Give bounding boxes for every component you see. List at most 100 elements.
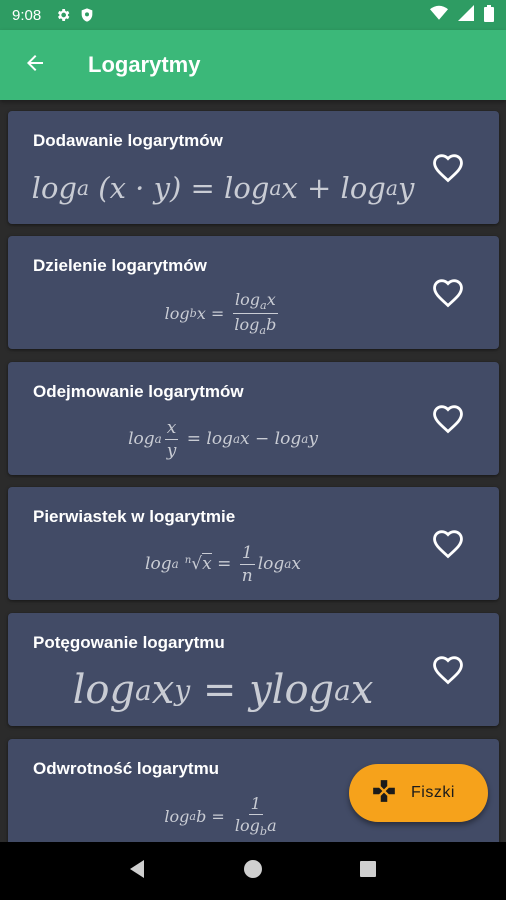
battery-icon [484, 4, 494, 26]
formula-sub: a [260, 298, 267, 312]
formula: log a n√x = 1 n log a x [28, 533, 418, 595]
gamepad-icon [371, 778, 397, 809]
formula-sub: a [269, 176, 282, 200]
back-arrow-icon [23, 51, 47, 80]
favorite-button[interactable] [426, 398, 470, 442]
root-symbol: √ [191, 554, 203, 574]
formula-sub: a [334, 673, 351, 707]
formula: log a x y = log a x − log a y [28, 408, 418, 470]
formula-part: x + log [281, 171, 386, 205]
favorite-button[interactable] [426, 147, 470, 191]
heart-outline-icon [431, 276, 465, 313]
fraction: logax logab [232, 289, 278, 336]
formula-part: 1 [248, 794, 263, 816]
formula-part: x [350, 667, 374, 713]
formula-part: log [235, 289, 261, 309]
formula: log a (x · y) = log a x + log a y [28, 157, 418, 219]
nav-recents-icon [359, 860, 377, 883]
formula-sub: a [171, 557, 179, 571]
formula-part: = [205, 303, 230, 323]
fraction: 1 logba [233, 794, 279, 838]
formula-part: log [31, 171, 77, 205]
formula-sub: a [232, 432, 241, 446]
card-title: Odwrotność logarytmu [33, 759, 220, 778]
formula-sup: y [174, 673, 191, 707]
formula-part: log [145, 554, 172, 574]
formula-part: log [72, 667, 136, 713]
wifi-icon [430, 5, 448, 25]
formula-part: y [166, 440, 177, 461]
formula-part: x − log [240, 429, 302, 449]
fraction: 1 n [239, 542, 255, 586]
formula-part: n [241, 565, 253, 586]
formula-card-power[interactable]: Potęgowanie logarytmu log a x y = ylog a x [8, 613, 499, 726]
formula-part: = [211, 554, 237, 574]
formula-part: (x · y) = log [89, 171, 270, 205]
nav-recents-button[interactable] [348, 851, 388, 891]
heart-outline-icon [431, 402, 465, 439]
formula-card-subtraction[interactable]: Odejmowanie logarytmów log a x y = log a x … [8, 362, 499, 475]
formula-sub: b [259, 824, 268, 838]
formula: log b x = logax logab [28, 282, 418, 344]
favorite-button[interactable] [426, 523, 470, 567]
formula-card-addition[interactable]: Dodawanie logarytmów log a (x · y) = log a… [8, 111, 499, 224]
formula-part: = log [181, 429, 233, 449]
formula-part: x [266, 289, 276, 309]
heart-outline-icon [431, 527, 465, 564]
formula-part: x [196, 303, 206, 323]
formula-sub: a [135, 673, 152, 707]
page-title: Logarytmy [88, 52, 201, 77]
formula-part: x [151, 667, 175, 713]
formula-part: log [234, 816, 260, 836]
card-title: Odejmowanie logarytmów [33, 382, 244, 401]
nav-back-button[interactable] [118, 851, 158, 891]
formula-part: log [257, 554, 285, 574]
formula-part: y [308, 429, 318, 449]
formula-part: log [164, 303, 190, 323]
formula-part: log [234, 314, 260, 334]
nav-home-button[interactable] [233, 851, 273, 891]
nav-home-icon [243, 859, 263, 884]
nav-back-icon [128, 859, 148, 884]
formula-sub: a [154, 432, 162, 446]
fraction: x y [164, 417, 179, 461]
formula-sub: b [189, 306, 197, 320]
formula-part: log [164, 806, 190, 826]
system-nav-bar [0, 842, 506, 900]
formula-sub: a [189, 809, 197, 823]
formula-part: x [202, 553, 212, 574]
status-bar: 9:08 [0, 0, 506, 30]
formula-sub: a [385, 176, 398, 200]
signal-icon [458, 5, 474, 25]
formula-part: = ylog [190, 667, 335, 713]
formula-sub: a [76, 176, 90, 200]
formula-part: x [164, 417, 179, 440]
heart-outline-icon [431, 653, 465, 690]
flashcards-button[interactable]: Fiszki [349, 764, 488, 822]
formula-part: log [128, 429, 155, 449]
formula: log a x y = ylog a x [28, 659, 418, 721]
formula-card-root[interactable]: Pierwiastek w logarytmie log a n√x = 1 n … [8, 487, 499, 600]
formula-part: 1 [239, 542, 255, 565]
card-title: Pierwiastek w logarytmie [33, 507, 236, 526]
formula-part: b [196, 806, 207, 826]
formula-part: b [266, 314, 277, 334]
formula-list[interactable]: Dodawanie logarytmów log a (x · y) = log a… [0, 100, 506, 842]
card-title: Dzielenie logarytmów [33, 256, 207, 275]
formula-part: y [397, 171, 415, 205]
formula-part: a [267, 816, 277, 836]
favorite-button[interactable] [426, 272, 470, 316]
formula-sub: a [284, 557, 292, 571]
flashcards-label: Fiszki [411, 784, 455, 801]
formula-card-division[interactable]: Dzielenie logarytmów log b x = logax logab [8, 236, 499, 349]
favorite-button[interactable] [426, 649, 470, 693]
formula-part: = [206, 806, 230, 826]
back-button[interactable] [0, 30, 70, 100]
heart-outline-icon [431, 151, 465, 188]
shield-icon [79, 7, 95, 23]
card-title: Potęgowanie logarytmu [33, 633, 225, 652]
app-bar: Logarytmy [0, 30, 506, 100]
card-title: Dodawanie logarytmów [33, 131, 223, 150]
formula-part: x [291, 554, 301, 574]
gear-icon [55, 7, 71, 23]
